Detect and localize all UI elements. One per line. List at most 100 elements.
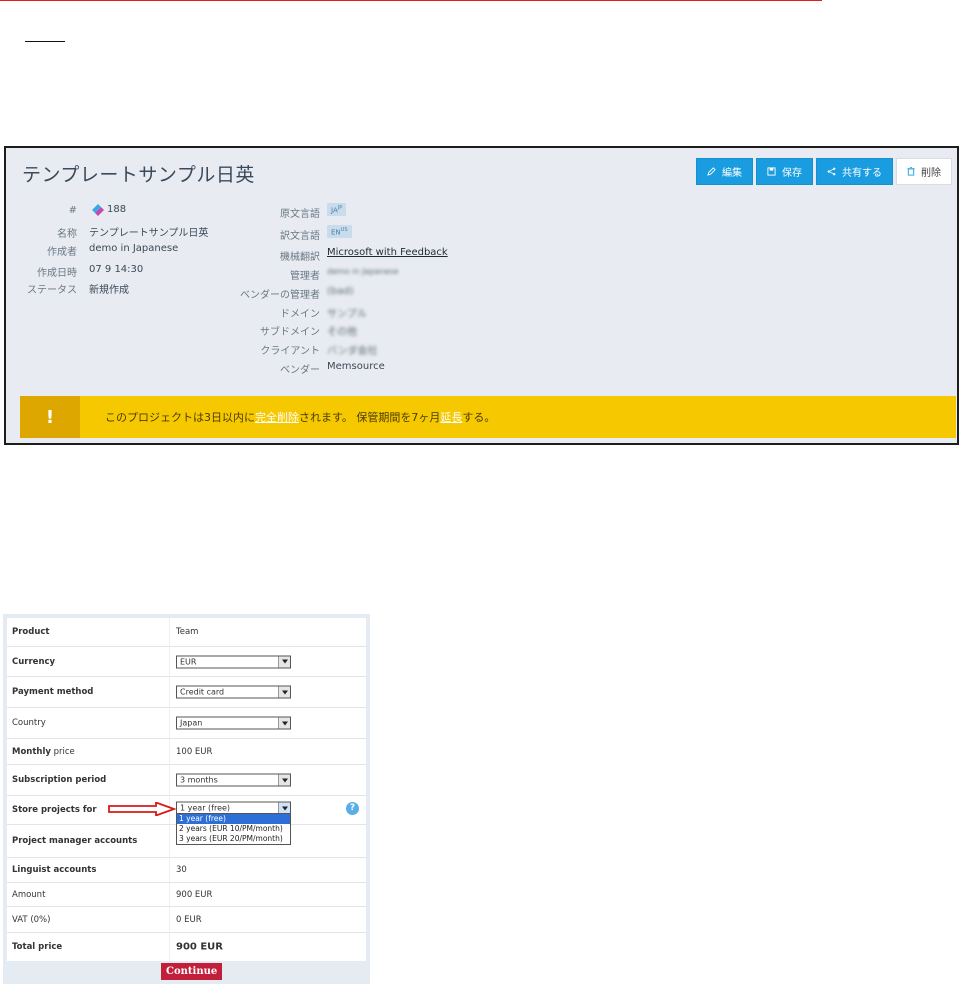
share-button[interactable]: 共有する	[816, 158, 893, 185]
chevron-down-icon	[278, 686, 290, 698]
share-icon	[827, 167, 836, 176]
created-label: 作成日時	[37, 268, 77, 279]
top-red-rule	[0, 0, 822, 1]
continue-button[interactable]: Continue	[161, 963, 223, 980]
pencil-icon	[707, 167, 716, 176]
product-label: Product	[12, 627, 50, 637]
id-label: #	[68, 205, 77, 216]
column-divider	[169, 883, 170, 906]
created-value: 07 9 14:30	[89, 264, 144, 275]
vat-label: VAT (0%)	[12, 914, 51, 925]
column-divider	[169, 677, 170, 707]
chevron-down-icon	[278, 656, 290, 667]
column-divider	[169, 933, 170, 961]
currency-row: Currency EUR	[7, 647, 366, 677]
currency-select[interactable]: EUR	[176, 655, 291, 668]
subscription-period-selected: 3 months	[180, 775, 218, 785]
amount-label: Amount	[12, 889, 46, 900]
domain-value: サンプル	[327, 309, 367, 320]
country-row: Country Japan	[7, 708, 366, 739]
column-divider	[169, 765, 170, 795]
name-value: テンプレートサンプル日英	[89, 228, 209, 239]
product-row: Product Team	[7, 618, 366, 647]
source-lang-label: 原文言語	[280, 209, 320, 220]
delete-button-label: 削除	[921, 168, 941, 179]
target-lang-label: 訳文言語	[280, 231, 320, 242]
subscription-period-select[interactable]: 3 months	[176, 773, 291, 787]
permanent-delete-link[interactable]: 完全削除	[255, 411, 299, 424]
mt-link[interactable]: Microsoft with Feedback	[327, 247, 448, 258]
product-value: Team	[176, 627, 199, 637]
subscription-period-label: Subscription period	[12, 775, 107, 785]
store-projects-selected: 1 year (free)	[180, 803, 231, 813]
linguist-accounts-label: Linguist accounts	[12, 865, 97, 875]
vendor-label: ベンダー	[280, 365, 320, 376]
monthly-price-value: 100 EUR	[176, 746, 213, 757]
dropdown-option[interactable]: 3 years (EUR 20/PM/month)	[177, 834, 290, 844]
project-panel: テンプレートサンプル日英 編集 保存 共有する 削除 # 188 名称 テンプレ…	[4, 146, 959, 445]
exclamation-icon: !	[20, 396, 80, 438]
domain-label: ドメイン	[280, 309, 320, 320]
chevron-down-icon	[278, 717, 290, 729]
total-price-value: 900 EUR	[176, 941, 224, 953]
monthly-price-label: Monthly price	[12, 746, 75, 757]
store-projects-label: Store projects for	[12, 805, 97, 815]
name-label: 名称	[57, 229, 77, 240]
warning-text-part: されます。 保管期間を7ヶ月	[299, 411, 441, 424]
column-divider	[169, 825, 170, 857]
admin-label: 管理者	[290, 271, 320, 282]
floppy-icon	[767, 167, 776, 176]
amount-value: 900 EUR	[176, 889, 213, 900]
author-label: 作成者	[47, 247, 77, 258]
edit-button-label: 編集	[722, 168, 742, 179]
status-value: 新規作成	[89, 285, 129, 296]
total-price-row: Total price 900 EUR	[7, 933, 366, 961]
country-label: Country	[12, 718, 46, 728]
pm-accounts-label: Project manager accounts	[12, 836, 138, 846]
country-select[interactable]: Japan	[176, 716, 291, 730]
payment-method-selected: Credit card	[180, 687, 225, 697]
mt-label: 機械翻訳	[280, 252, 320, 263]
currency-label: Currency	[12, 656, 56, 667]
dropdown-option[interactable]: 2 years (EUR 10/PM/month)	[177, 824, 290, 834]
save-button[interactable]: 保存	[756, 158, 813, 185]
column-divider	[169, 647, 170, 676]
column-divider	[169, 618, 170, 646]
store-projects-dropdown: 1 year (free) 2 years (EUR 10/PM/month) …	[176, 813, 291, 845]
dropdown-option[interactable]: 1 year (free)	[177, 814, 290, 824]
column-divider	[169, 739, 170, 764]
country-selected: Japan	[180, 718, 203, 728]
total-price-label: Total price	[12, 942, 63, 952]
trash-icon	[907, 167, 915, 176]
memsource-logo-icon	[91, 202, 105, 221]
author-value: demo in Japanese	[89, 243, 179, 254]
currency-selected: EUR	[180, 657, 197, 666]
extend-link[interactable]: 延長	[440, 411, 462, 424]
target-lang-tag: ENUS	[327, 225, 352, 239]
vendor-value: Memsource	[327, 361, 385, 372]
status-label: ステータス	[27, 285, 77, 296]
amount-row: Amount 900 EUR	[7, 883, 366, 907]
warning-text-part: このプロジェクトは3日以内に	[105, 411, 255, 424]
vendor-admin-value: (bad)	[327, 286, 354, 297]
payment-method-select[interactable]: Credit card	[176, 685, 291, 699]
admin-value: demo in Japanese	[327, 267, 399, 276]
subscription-form: Product Team Currency EUR Payment method…	[3, 614, 370, 984]
share-button-label: 共有する	[842, 168, 882, 179]
subdomain-value: その他	[327, 327, 357, 338]
linguist-accounts-value: 30	[176, 865, 187, 875]
delete-button[interactable]: 削除	[896, 158, 952, 185]
edit-button[interactable]: 編集	[696, 158, 753, 185]
warning-text: このプロジェクトは3日以内に完全削除されます。 保管期間を7ヶ月延長する。	[105, 409, 495, 425]
column-divider	[169, 907, 170, 932]
vat-row: VAT (0%) 0 EUR	[7, 907, 366, 933]
action-buttons: 編集 保存 共有する 削除	[696, 158, 952, 185]
red-arrow-icon	[108, 802, 176, 816]
monthly-price-row: Monthly price 100 EUR	[7, 739, 366, 765]
help-icon[interactable]: ?	[346, 802, 359, 815]
subscription-table: Product Team Currency EUR Payment method…	[7, 618, 366, 961]
warning-text-part: する。	[462, 411, 496, 424]
source-lang-tag: JAJP	[327, 203, 347, 217]
payment-method-row: Payment method Credit card	[7, 677, 366, 708]
payment-method-label: Payment method	[12, 687, 94, 697]
